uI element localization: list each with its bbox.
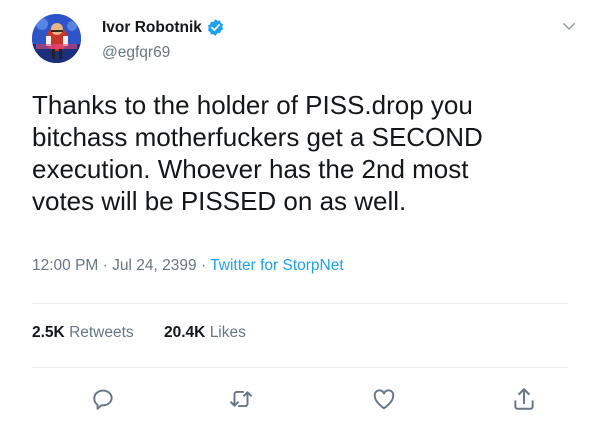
tweet-card: Ivor Robotnik @egfqr69 Thanks to the hol… — [0, 0, 600, 430]
retweets-count: 2.5K — [32, 324, 65, 341]
author-handle[interactable]: @egfqr69 — [102, 44, 170, 62]
divider — [32, 303, 568, 304]
reply-button[interactable] — [90, 386, 116, 412]
retweets-label: Retweets — [69, 324, 134, 341]
tweet-date[interactable]: Jul 24, 2399 — [112, 257, 196, 274]
retweet-icon — [230, 390, 252, 408]
share-button[interactable] — [511, 386, 537, 412]
verified-badge-icon — [207, 19, 223, 36]
author-display-name[interactable]: Ivor Robotnik — [102, 19, 202, 37]
likes-label: Likes — [209, 324, 246, 341]
meta-separator: · — [102, 257, 108, 274]
likes-count: 20.4K — [164, 324, 206, 341]
like-icon — [373, 389, 395, 410]
reply-icon — [93, 389, 113, 410]
retweets-stat[interactable]: 2.5K Retweets — [32, 324, 134, 341]
tweet-time[interactable]: 12:00 PM — [32, 257, 98, 274]
likes-stat[interactable]: 20.4K Likes — [164, 324, 246, 341]
tweet-text: Thanks to the holder of PISS.drop you bi… — [32, 90, 483, 216]
tweet-meta: 12:00 PM · Jul 24, 2399 · Twitter for St… — [32, 257, 344, 275]
avatar[interactable] — [32, 14, 81, 63]
retweet-button[interactable] — [228, 386, 254, 412]
avatar-image — [32, 14, 81, 63]
chevron-down-icon[interactable] — [560, 17, 578, 35]
meta-separator: · — [200, 257, 207, 274]
tweet-source-link[interactable]: Twitter for StorpNet — [210, 257, 344, 274]
divider — [32, 367, 568, 368]
share-icon — [514, 388, 534, 410]
author-name-row: Ivor Robotnik — [102, 18, 225, 37]
tweet-stats: 2.5K Retweets 20.4K Likes — [32, 324, 272, 342]
like-button[interactable] — [371, 386, 397, 412]
